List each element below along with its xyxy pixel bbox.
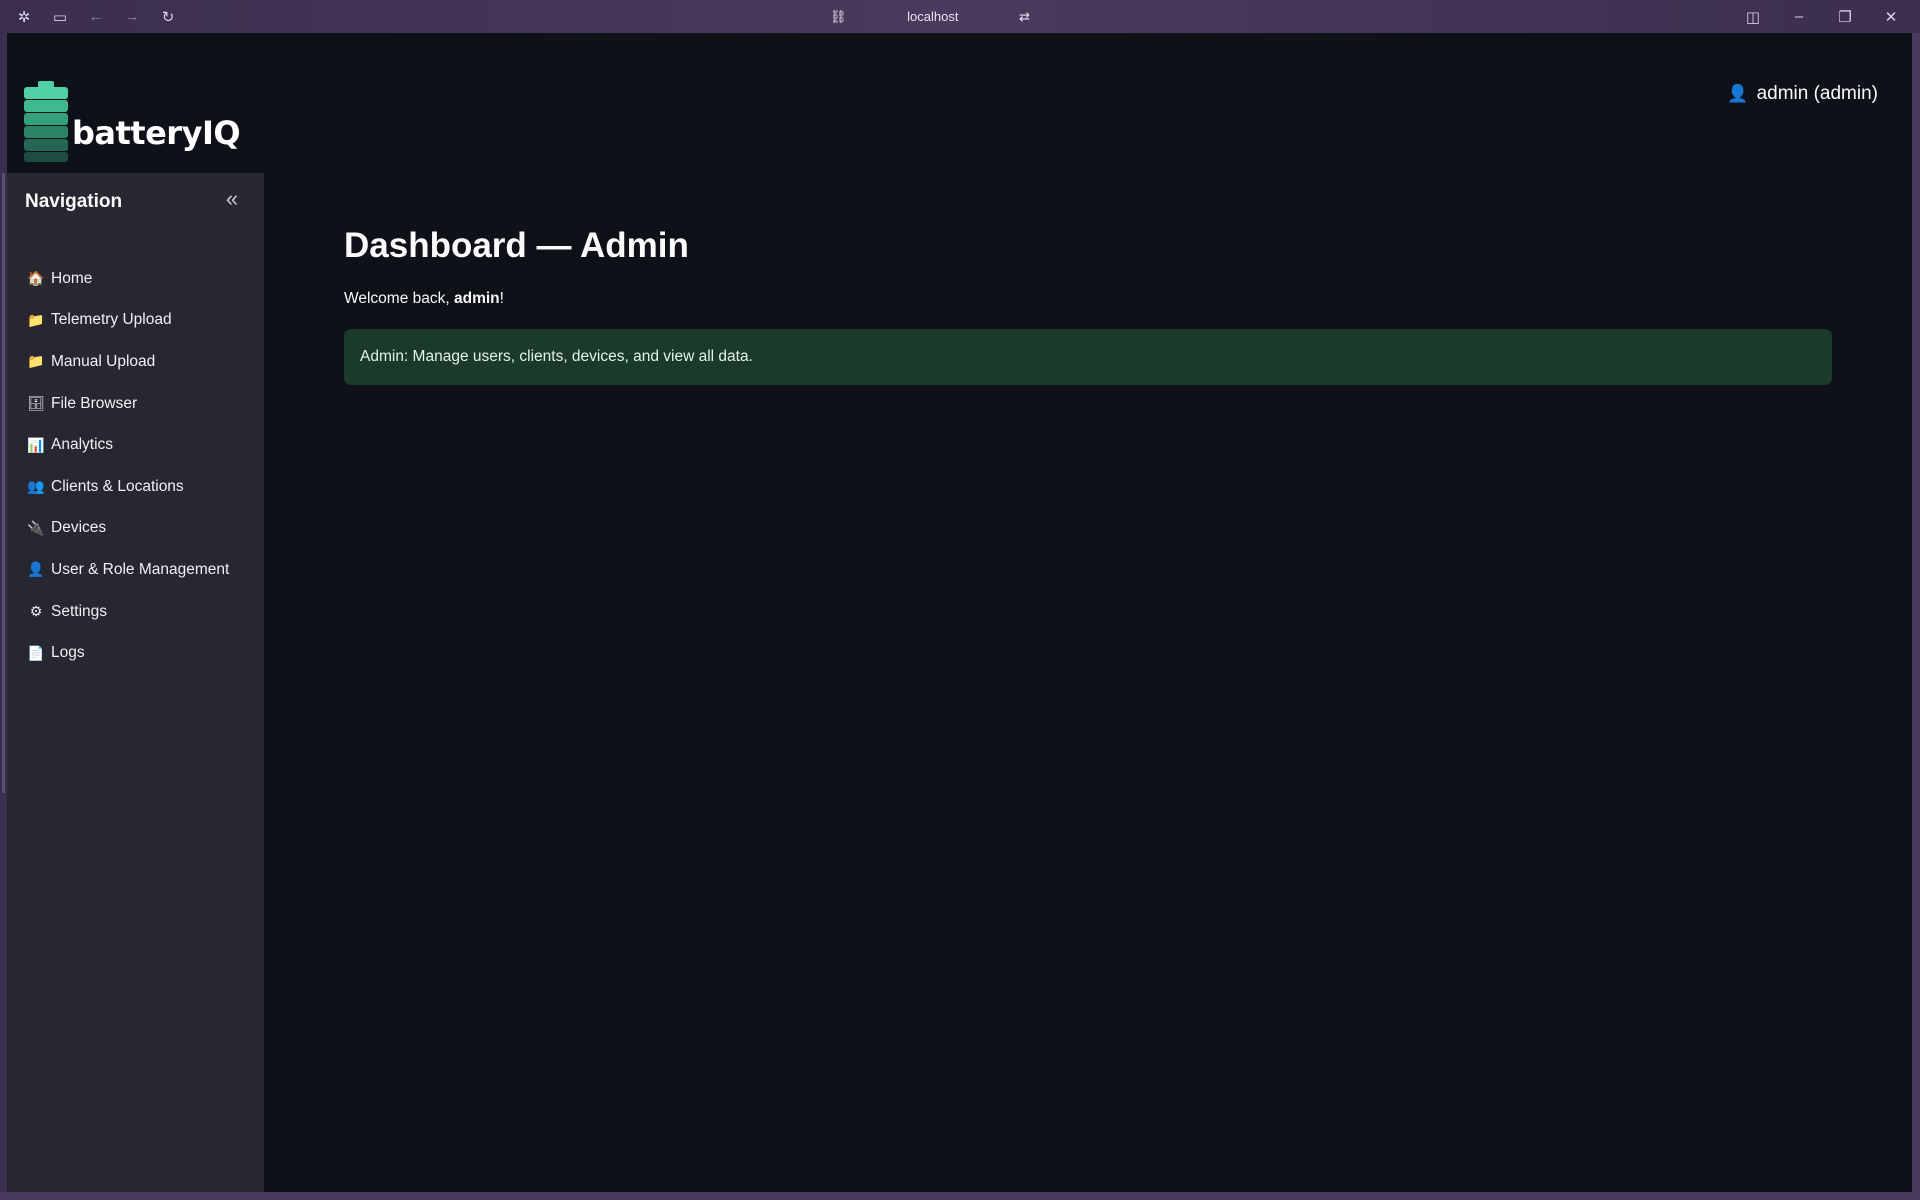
gear-icon: ⚙ [29, 603, 43, 620]
people-icon: 👥 [27, 478, 45, 495]
reload-icon[interactable]: ↻ [150, 0, 186, 33]
browser-logo-icon[interactable]: ✲ [6, 0, 42, 33]
folder-icon: 📁 [27, 311, 45, 328]
bar-chart-icon: 📊 [27, 436, 45, 453]
sidebar-item-settings[interactable]: ⚙ Settings [25, 591, 255, 633]
link-icon[interactable]: ⛓ [830, 9, 847, 25]
sidebar-item-label: Logs [51, 644, 85, 662]
sidebar-item-home[interactable]: 🏠 Home [25, 258, 255, 300]
window-edge [0, 33, 7, 1192]
welcome-username: admin [453, 290, 500, 307]
sidebar-item-clients-locations[interactable]: 👥 Clients & Locations [25, 466, 255, 508]
folder-icon: 📁 [27, 353, 45, 370]
sidebar: batteryIQ Navigation « 🏠 Home 📁 Telemetr… [7, 33, 264, 1192]
welcome-prefix: Welcome back, [344, 290, 454, 307]
app-viewport [0, 33, 1912, 1192]
browser-toolbar: ✲ ▭ ← → ↻ ⛓ localhost ⇄ ◫ – ❐ ✕ [0, 0, 1920, 33]
split-view-icon[interactable]: ◫ [1730, 0, 1776, 33]
user-badge[interactable]: 👤 admin (admin) [1727, 83, 1878, 105]
collapse-sidebar-icon[interactable]: « [220, 186, 244, 211]
sidebar-item-label: Settings [51, 602, 108, 620]
battery-icon [24, 81, 68, 167]
address-bar[interactable]: localhost [907, 9, 958, 24]
sidebar-item-label: File Browser [51, 394, 138, 412]
user-label: admin (admin) [1756, 83, 1878, 104]
welcome-message: Welcome back, admin! [344, 290, 504, 308]
window-edge-bottom [0, 1192, 1920, 1200]
sidebar-item-label: Devices [51, 519, 107, 537]
sidebar-item-analytics[interactable]: 📊 Analytics [25, 424, 255, 466]
house-icon: 🏠 [27, 270, 45, 287]
admin-info-alert: Admin: Manage users, clients, devices, a… [344, 329, 1832, 385]
file-cabinet-icon: 🗄 [27, 395, 45, 412]
nav-header: Navigation [25, 191, 123, 212]
nav-list: 🏠 Home 📁 Telemetry Upload 📁 Manual Uploa… [25, 258, 255, 674]
sidebar-item-telemetry-upload[interactable]: 📁 Telemetry Upload [25, 300, 255, 342]
logo-area: batteryIQ [7, 33, 264, 173]
user-icon: 👤 [1727, 84, 1749, 103]
sidebar-item-label: Home [51, 269, 93, 287]
logo-text: batteryIQ [72, 114, 241, 152]
page-icon: 📄 [27, 644, 45, 661]
sidebar-item-devices[interactable]: 🔌 Devices [25, 508, 255, 550]
person-icon: 👤 [27, 561, 45, 578]
sidebar-item-label: Telemetry Upload [51, 311, 172, 329]
welcome-suffix: ! [499, 290, 504, 307]
site-settings-icon[interactable]: ⇄ [1019, 9, 1030, 25]
window-edge-right [1912, 33, 1920, 1192]
sidebar-item-label: Analytics [51, 436, 114, 454]
brand-logo[interactable]: batteryIQ [24, 79, 254, 169]
sidebar-item-label: User & Role Management [51, 560, 230, 578]
close-icon[interactable]: ✕ [1868, 0, 1914, 33]
sidebar-toggle-icon[interactable]: ▭ [42, 0, 78, 33]
sidebar-item-logs[interactable]: 📄 Logs [25, 632, 255, 674]
sidebar-item-user-role-management[interactable]: 👤 User & Role Management [25, 549, 255, 591]
info-alert-text: Admin: Manage users, clients, devices, a… [360, 348, 753, 365]
restore-icon[interactable]: ❐ [1822, 0, 1868, 33]
plug-icon: 🔌 [27, 519, 45, 536]
forward-icon[interactable]: → [114, 0, 150, 33]
page-title: Dashboard — Admin [344, 226, 689, 265]
sidebar-item-label: Manual Upload [51, 352, 156, 370]
sidebar-item-file-browser[interactable]: 🗄 File Browser [25, 383, 255, 425]
sidebar-item-manual-upload[interactable]: 📁 Manual Upload [25, 341, 255, 383]
sidebar-item-label: Clients & Locations [51, 477, 184, 495]
back-icon[interactable]: ← [78, 0, 114, 33]
minimize-icon[interactable]: – [1776, 0, 1822, 33]
